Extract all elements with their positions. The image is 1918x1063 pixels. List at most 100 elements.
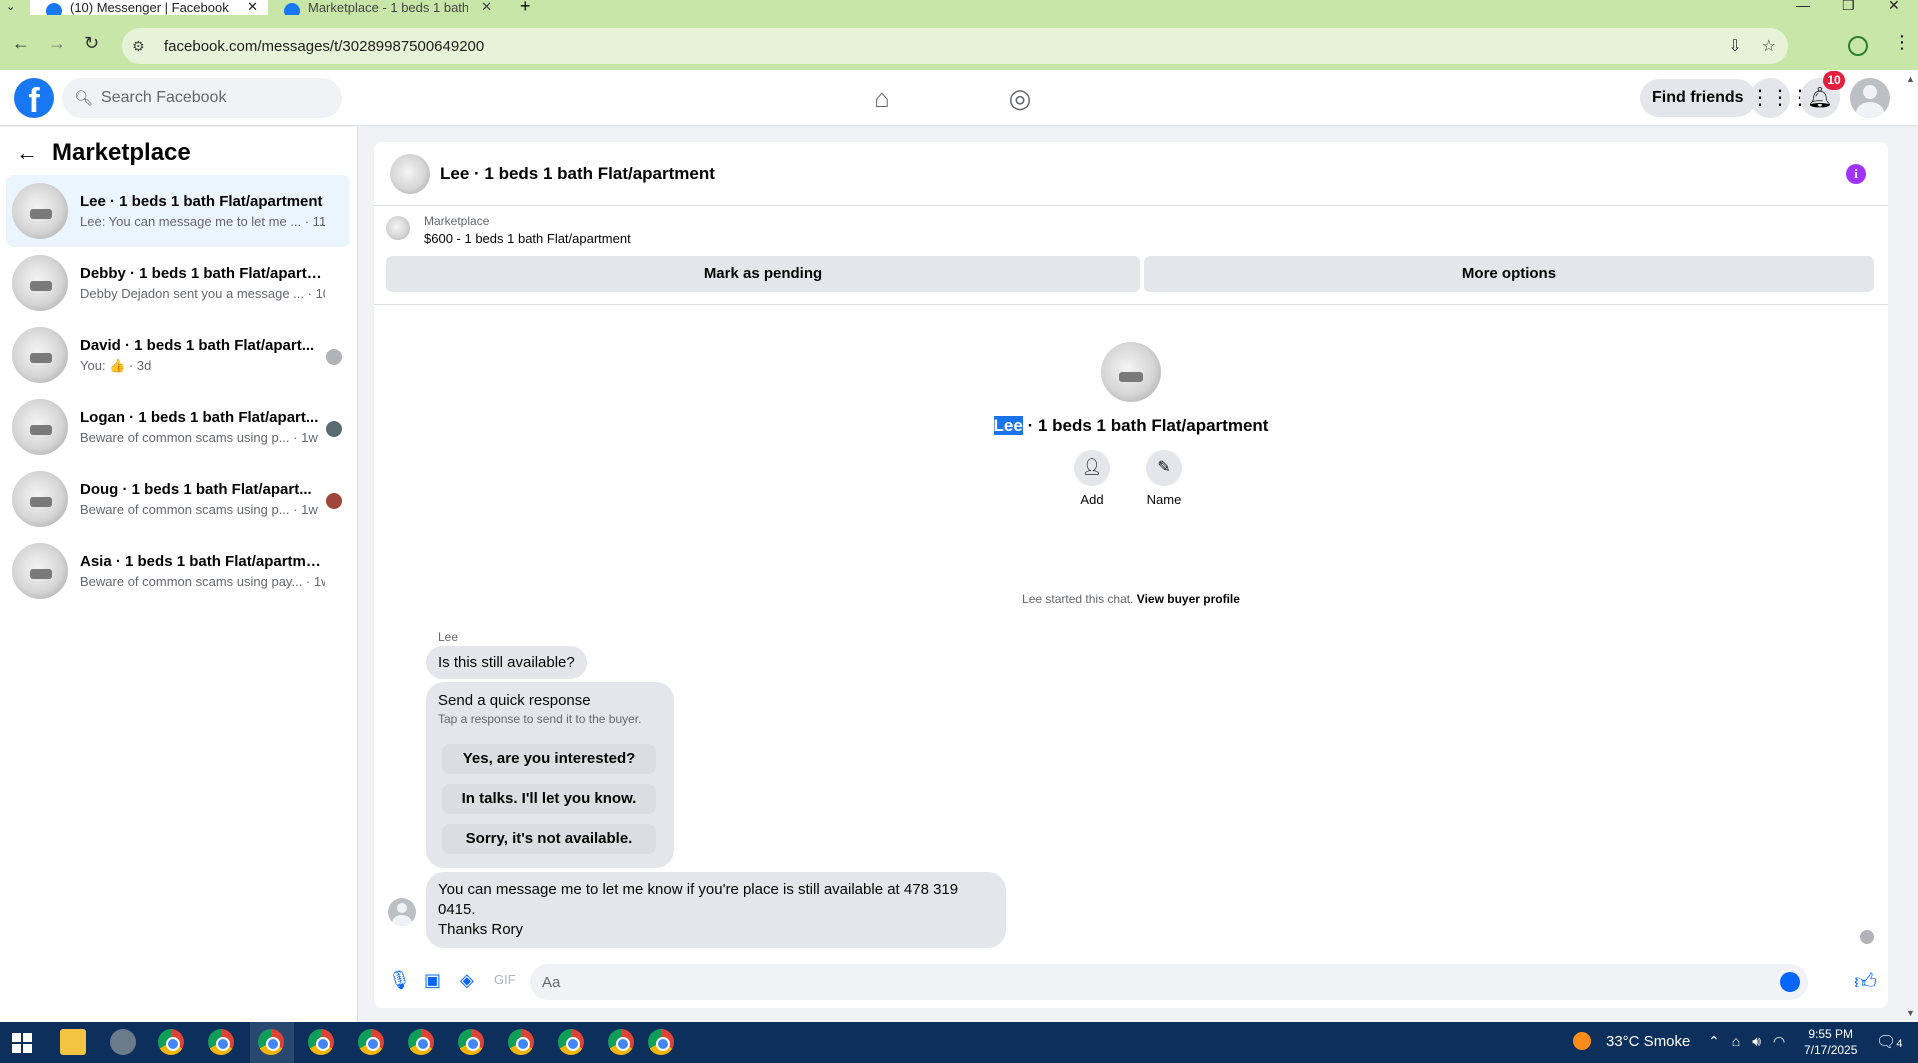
close-window-icon[interactable]: ✕ bbox=[1888, 0, 1900, 14]
tab-search-chevron-icon[interactable]: ⌄ bbox=[6, 0, 15, 13]
network-icon[interactable]: ⌂ bbox=[1732, 1033, 1740, 1050]
conversation-name: Doug · 1 beds 1 bath Flat/apart... bbox=[80, 481, 312, 498]
listing-avatar bbox=[386, 216, 410, 240]
message-input-box[interactable] bbox=[530, 964, 1808, 1000]
message-input[interactable] bbox=[542, 973, 1742, 991]
reload-icon[interactable]: ↻ bbox=[84, 33, 99, 54]
conversation-name: David · 1 beds 1 bath Flat/apart... bbox=[80, 336, 315, 354]
back-arrow-icon[interactable]: ← bbox=[16, 140, 38, 166]
conversation-snippet: Beware of common scams using pay... · 1w bbox=[80, 574, 325, 589]
system-tray: ⌃ ⌂ 🔊︎ ◠ bbox=[1708, 1033, 1785, 1050]
tab-marketplace[interactable]: Marketplace - 1 beds 1 bath Fla ✕ bbox=[272, 0, 502, 19]
emoji-icon[interactable] bbox=[1780, 972, 1800, 992]
photo-icon[interactable]: ▣ bbox=[424, 970, 441, 991]
conversation-item[interactable]: Doug · 1 beds 1 bath Flat/apart... Bewar… bbox=[6, 463, 350, 535]
site-info-icon[interactable]: ⚙ bbox=[132, 38, 152, 55]
mark-as-pending-button[interactable]: Mark as pending bbox=[386, 256, 1140, 292]
close-tab-icon[interactable]: ✕ bbox=[481, 0, 492, 15]
notification-count: 4 bbox=[1896, 1038, 1903, 1050]
chrome-icon[interactable] bbox=[258, 1029, 284, 1055]
nickname-button[interactable]: ✎ Name bbox=[1146, 450, 1182, 507]
chrome-icon[interactable] bbox=[458, 1029, 484, 1055]
account-avatar[interactable] bbox=[1850, 78, 1890, 118]
profile-avatar[interactable] bbox=[1101, 342, 1161, 402]
close-tab-icon[interactable]: ✕ bbox=[247, 0, 258, 15]
gif-icon[interactable]: GIF bbox=[494, 972, 516, 987]
view-buyer-profile-link[interactable]: View buyer profile bbox=[1137, 592, 1240, 606]
windows-start-icon[interactable] bbox=[12, 1033, 32, 1053]
add-person-icon: 👤︎ bbox=[1074, 450, 1110, 486]
chat-panel: Lee · 1 beds 1 bath Flat/apartment i Mar… bbox=[374, 142, 1888, 1008]
quick-response-option[interactable]: In talks. I'll let you know. bbox=[442, 784, 656, 814]
message-bubble[interactable]: Is this still available? bbox=[426, 646, 587, 679]
url-text[interactable]: facebook.com/messages/t/3028998750064920… bbox=[164, 38, 484, 55]
browser-menu-icon[interactable]: ⋮ bbox=[1893, 32, 1911, 53]
scroll-up-arrow-icon[interactable]: ▲ bbox=[1906, 74, 1915, 84]
restore-icon[interactable]: ❐ bbox=[1842, 0, 1855, 14]
listing-thumbnail bbox=[12, 255, 68, 311]
chat-header: Lee · 1 beds 1 bath Flat/apartment i bbox=[374, 142, 1888, 206]
bookmark-star-icon[interactable]: ☆ bbox=[1762, 36, 1776, 56]
search-input[interactable] bbox=[101, 89, 332, 107]
chrome-icon[interactable] bbox=[208, 1029, 234, 1055]
tab-title: (10) Messenger | Facebook bbox=[70, 1, 229, 15]
wifi-icon[interactable]: ◠ bbox=[1773, 1033, 1785, 1050]
thumbs-up-icon[interactable]: 👍︎ bbox=[1854, 968, 1877, 995]
find-friends-button[interactable]: Find friends bbox=[1640, 79, 1756, 117]
chrome-icon[interactable] bbox=[308, 1029, 334, 1055]
facebook-logo[interactable]: f bbox=[14, 78, 54, 118]
notification-center-icon[interactable]: 🗨︎4 bbox=[1876, 1032, 1902, 1052]
search-box[interactable]: 🔍︎ bbox=[62, 78, 342, 118]
home-icon[interactable]: ⌂ bbox=[866, 82, 898, 114]
add-button[interactable]: 👤︎ Add bbox=[1074, 450, 1110, 507]
listing-thumbnail bbox=[12, 327, 68, 383]
chat-started-notice: Lee started this chat. View buyer profil… bbox=[374, 592, 1888, 606]
chrome-icon[interactable] bbox=[508, 1029, 534, 1055]
chrome-icon[interactable] bbox=[648, 1029, 674, 1055]
chrome-icon[interactable] bbox=[358, 1029, 384, 1055]
install-app-icon[interactable]: ⇩ bbox=[1728, 36, 1741, 56]
chat-title[interactable]: Lee · 1 beds 1 bath Flat/apartment bbox=[440, 164, 715, 184]
conversation-item[interactable]: David · 1 beds 1 bath Flat/apart... You:… bbox=[6, 319, 350, 391]
started-text: Lee started this chat. bbox=[1022, 592, 1134, 606]
forward-arrow-icon[interactable]: → bbox=[48, 33, 66, 54]
chrome-icon[interactable] bbox=[158, 1029, 184, 1055]
minimize-icon[interactable]: — bbox=[1796, 0, 1810, 13]
chrome-icon[interactable] bbox=[408, 1029, 434, 1055]
sticker-icon[interactable]: ◈ bbox=[460, 970, 474, 991]
clock[interactable]: 9:55 PM 7/17/2025 bbox=[1804, 1026, 1857, 1058]
quick-response-option[interactable]: Sorry, it's not available. bbox=[442, 824, 656, 854]
conversation-item[interactable]: Debby · 1 beds 1 bath Flat/apartm... Deb… bbox=[6, 247, 350, 319]
scroll-down-arrow-icon[interactable]: ▼ bbox=[1906, 1008, 1915, 1018]
chevron-up-icon[interactable]: ⌃ bbox=[1708, 1033, 1720, 1050]
chat-avatar[interactable] bbox=[390, 153, 430, 194]
back-arrow-icon[interactable]: ← bbox=[12, 33, 30, 54]
listing-summary[interactable]: Marketplace $600 - 1 beds 1 bath Flat/ap… bbox=[386, 214, 631, 246]
weather-label: 33°C Smoke bbox=[1606, 1033, 1691, 1050]
microphone-icon[interactable]: 🎙︎ bbox=[388, 970, 411, 991]
profile-name-highlight: Lee bbox=[993, 416, 1023, 435]
clock-time: 9:55 PM bbox=[1808, 1027, 1854, 1041]
address-bar[interactable]: ⚙ facebook.com/messages/t/30289987500649… bbox=[122, 28, 1788, 64]
sender-avatar[interactable] bbox=[388, 898, 416, 926]
profile-chip-icon[interactable] bbox=[1848, 36, 1868, 56]
info-icon[interactable]: i bbox=[1846, 164, 1866, 184]
chrome-icon[interactable] bbox=[558, 1029, 584, 1055]
message-bubble[interactable]: You can message me to let me know if you… bbox=[426, 872, 1006, 948]
conversation-name: Debby · 1 beds 1 bath Flat/apartm... bbox=[80, 265, 325, 282]
tab-messenger[interactable]: (10) Messenger | Facebook ✕ bbox=[30, 0, 268, 19]
groups-icon[interactable]: ◎ bbox=[1004, 82, 1036, 114]
notifications-badge: 10 bbox=[1823, 71, 1845, 90]
quick-response-option[interactable]: Yes, are you interested? bbox=[442, 744, 656, 774]
conversation-item[interactable]: Lee · 1 beds 1 bath Flat/apartment Lee: … bbox=[6, 175, 350, 247]
more-options-button[interactable]: More options bbox=[1144, 256, 1874, 292]
conversation-item[interactable]: Asia · 1 beds 1 bath Flat/apartment Bewa… bbox=[6, 535, 350, 607]
conversation-item[interactable]: Logan · 1 beds 1 bath Flat/apart... Bewa… bbox=[6, 391, 350, 463]
speaker-icon[interactable]: 🔊︎ bbox=[1752, 1033, 1761, 1050]
app-icon[interactable] bbox=[110, 1029, 136, 1055]
weather-text[interactable]: 33°C Smoke bbox=[1576, 1033, 1690, 1050]
message-line: You can message me to let me know if you… bbox=[438, 881, 959, 918]
menu-grid-icon[interactable]: ⋮⋮⋮ bbox=[1750, 78, 1810, 118]
file-explorer-icon[interactable] bbox=[60, 1029, 86, 1055]
chrome-icon[interactable] bbox=[608, 1029, 634, 1055]
